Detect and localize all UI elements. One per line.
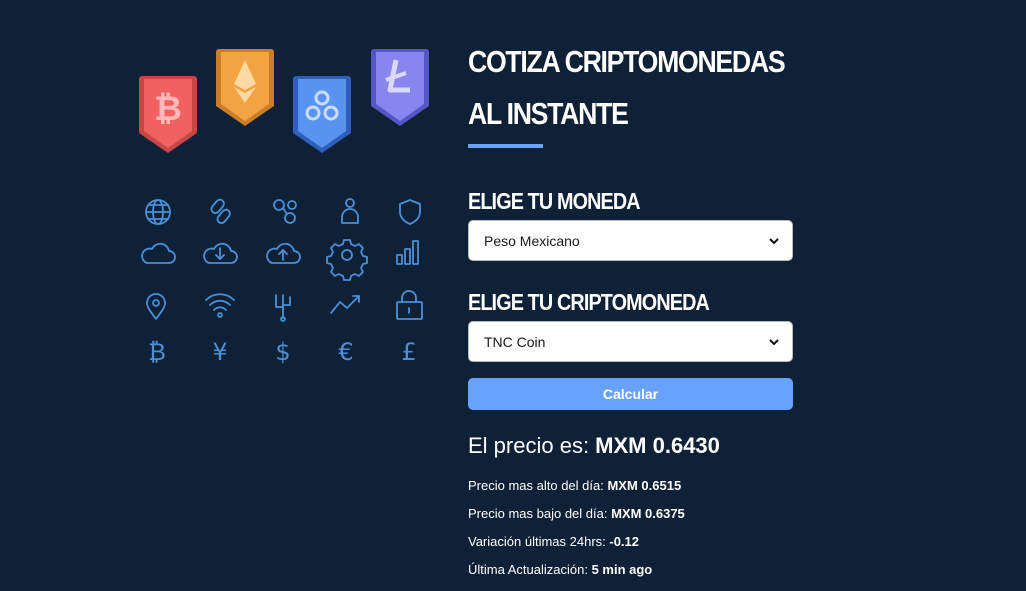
wifi-icon — [205, 293, 235, 318]
result-details: Precio mas alto del día: MXM 0.6515 Prec… — [468, 478, 793, 578]
yen-icon: ¥ — [212, 338, 227, 366]
litecoin-icon — [371, 49, 429, 126]
cloud-download-icon — [203, 242, 238, 264]
link-icon — [210, 198, 231, 224]
crypto-select-value: TNC Coin — [484, 333, 546, 350]
currency-select[interactable]: Peso Mexicano — [468, 220, 793, 261]
high-price-label: Precio mas alto del día: — [468, 478, 608, 493]
shield-icon — [399, 199, 421, 225]
high-price-line: Precio mas alto del día: MXM 0.6515 — [468, 478, 793, 494]
gear-icon — [326, 239, 368, 281]
calculate-button[interactable]: Calcular — [468, 378, 793, 410]
cloud-icon — [141, 242, 176, 264]
ethereum-icon — [216, 49, 274, 126]
euro-icon: € — [338, 338, 353, 366]
pound-icon: £ — [401, 338, 416, 366]
chevron-down-icon — [769, 237, 779, 244]
change-label: Variación últimas 24hrs: — [468, 534, 610, 549]
circuit-icon — [275, 294, 291, 322]
currency-label: ELIGE TU MONEDA — [468, 188, 641, 214]
svg-text:₿: ₿ — [154, 90, 182, 128]
price-label: El precio es: — [468, 433, 596, 458]
updated-value: 5 min ago — [591, 562, 653, 577]
location-pin-icon — [146, 293, 166, 320]
trend-up-icon — [330, 295, 360, 314]
crypto-label: ELIGE TU CRIPTOMONEDA — [468, 289, 710, 315]
crypto-select[interactable]: TNC Coin — [468, 321, 793, 362]
bitcoin-icon: ₿ — [139, 76, 197, 153]
bitcoin-symbol-icon: ₿ — [148, 338, 166, 366]
bar-chart-icon — [396, 240, 419, 265]
change-value: -0.12 — [609, 534, 640, 549]
high-price-value: MXM 0.6515 — [607, 478, 682, 493]
crypto-illustration: ₿ ₿ ¥ $ € £ — [130, 40, 440, 380]
low-price-label: Precio mas bajo del día: — [468, 506, 612, 521]
result-panel: El precio es: MXM 0.6430 Precio mas alto… — [468, 432, 793, 578]
lock-icon — [396, 290, 423, 320]
price-value: MXM 0.6430 — [595, 433, 720, 458]
price-line: El precio es: MXM 0.6430 — [468, 432, 793, 460]
title-underline — [468, 144, 543, 148]
updated-label: Última Actualización: — [468, 562, 592, 577]
globe-icon — [145, 199, 171, 225]
dollar-icon: $ — [275, 338, 290, 366]
quote-panel: COTIZA CRIPTOMONEDAS AL INSTANTE ELIGE T… — [468, 36, 793, 578]
cloud-upload-icon — [266, 242, 301, 264]
chevron-down-icon — [769, 338, 779, 345]
updated-line: Última Actualización: 5 min ago — [468, 562, 793, 578]
page-title: COTIZA CRIPTOMONEDAS AL INSTANTE — [468, 44, 786, 131]
ripple-icon — [293, 76, 351, 153]
currency-select-value: Peso Mexicano — [484, 232, 580, 249]
low-price-value: MXM 0.6375 — [611, 506, 685, 521]
low-price-line: Precio mas bajo del día: MXM 0.6375 — [468, 506, 793, 522]
nodes-icon — [273, 199, 297, 224]
illustration-svg: ₿ ₿ ¥ $ € £ — [139, 49, 429, 366]
user-icon — [341, 198, 359, 224]
change-line: Variación últimas 24hrs: -0.12 — [468, 534, 793, 550]
